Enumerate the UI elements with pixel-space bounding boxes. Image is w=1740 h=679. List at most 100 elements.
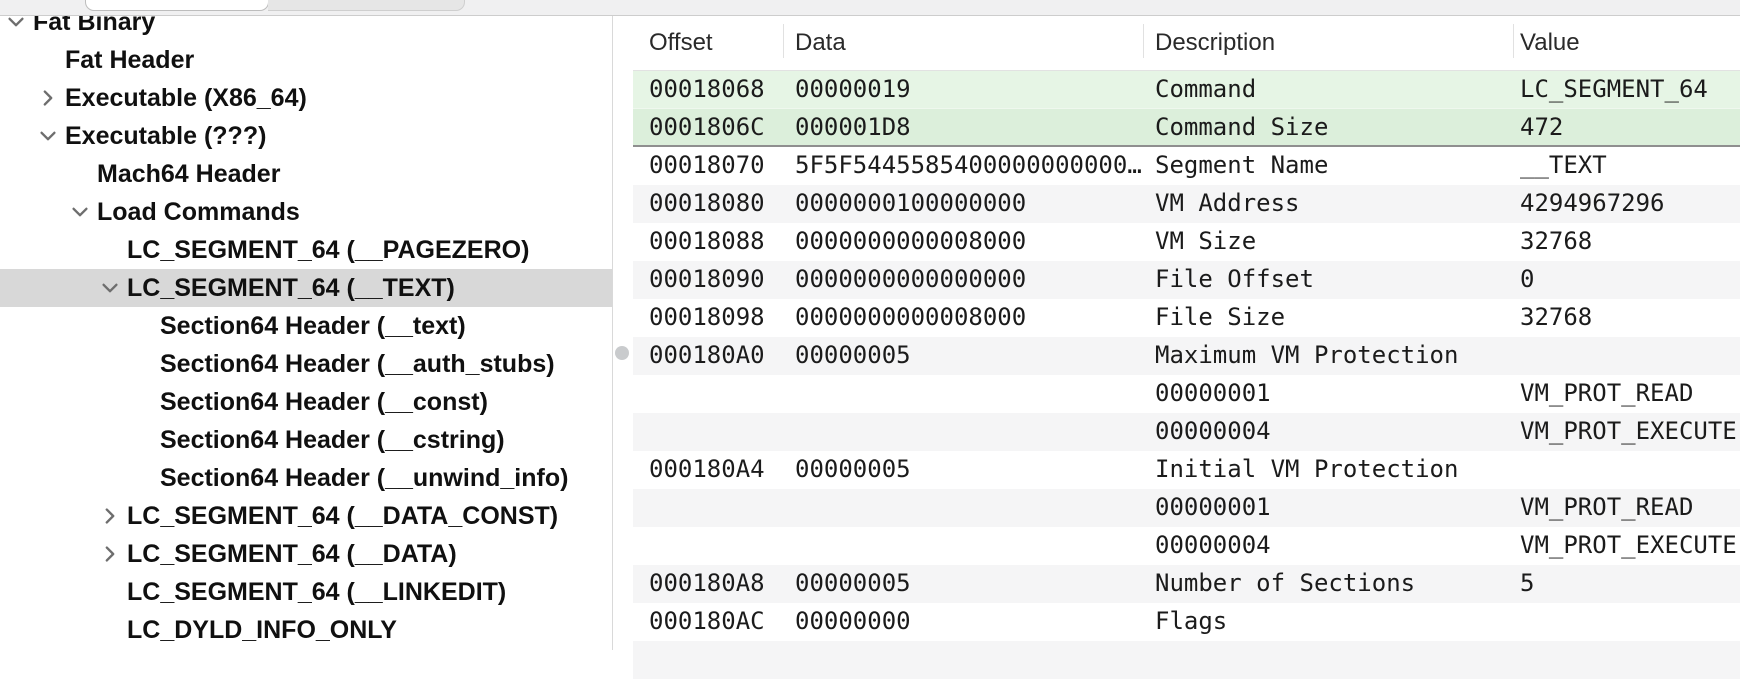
- cell-offset: 000180A8: [649, 565, 765, 602]
- cell-description: Number of Sections: [1155, 565, 1415, 602]
- table-header-row: Offset Data Description Value: [633, 15, 1740, 71]
- cell-description: Command: [1155, 71, 1256, 108]
- table-row[interactable]: 000180A000000005Maximum VM Protection: [633, 337, 1740, 375]
- cell-description: 00000004: [1155, 413, 1271, 450]
- table-row[interactable]: 00018098 0000000000008000 File Size 32768: [633, 299, 1740, 337]
- table-row[interactable]: 0001806800000019CommandLC_SEGMENT_64: [633, 71, 1740, 109]
- tree-item-label: Load Commands: [97, 193, 300, 231]
- toolbar-segment-right[interactable]: [268, 0, 465, 11]
- table-row[interactable]: 00018070 5F5F5445585400000000000… Segment …: [633, 147, 1740, 185]
- cell-data: 00000005: [795, 451, 911, 488]
- chevron-down-icon[interactable]: [95, 277, 125, 306]
- table-row[interactable]: 00000001VM_PROT_READ: [633, 375, 1740, 413]
- cell-description: Command Size: [1155, 109, 1328, 146]
- cell-offset: 00018070: [649, 147, 765, 184]
- cell-value: VM_PROT_EXECUTE: [1520, 413, 1737, 450]
- cell-offset: 00018098: [649, 299, 765, 336]
- column-divider: [783, 24, 784, 58]
- pane-splitter-line: [612, 15, 613, 650]
- cell-value: 32768: [1520, 299, 1592, 336]
- column-divider: [1513, 24, 1514, 58]
- tree-item-label: Fat Header: [65, 41, 194, 79]
- table-row[interactable]: 000180800000000100000000VM Address429496…: [633, 185, 1740, 223]
- tree-item[interactable]: Section64 Header (__cstring): [0, 421, 612, 459]
- tree-item[interactable]: Fat Header: [0, 41, 612, 79]
- table-row[interactable]: 000180900000000000000000File Offset0: [633, 261, 1740, 299]
- tree-item-label: LC_DYLD_INFO_ONLY: [127, 611, 397, 649]
- column-header-value[interactable]: Value: [1520, 15, 1580, 70]
- data-table: OffsetDataDescriptionValue 0001806800000…: [633, 15, 1740, 650]
- table-row[interactable]: 000180880000000000008000VM Size32768: [633, 223, 1740, 261]
- cell-value: VM_PROT_EXECUTE: [1520, 527, 1737, 564]
- tree-item-label: LC_SEGMENT_64 (__LINKEDIT): [127, 573, 506, 611]
- table-row[interactable]: 00000004 VM_PROT_EXECUTE: [633, 413, 1740, 451]
- chevron-down-icon[interactable]: [65, 201, 95, 230]
- column-header-data[interactable]: Data: [795, 15, 846, 70]
- chevron-right-icon[interactable]: [95, 505, 125, 534]
- cell-offset: 00018080: [649, 185, 765, 222]
- cell-data: 0000000000008000: [795, 223, 1026, 260]
- table-row[interactable]: 00000001 VM_PROT_READ: [633, 489, 1740, 527]
- cell-value: VM_PROT_READ: [1520, 375, 1693, 412]
- cell-value: 0: [1520, 261, 1534, 298]
- table-body: 0001806800000019CommandLC_SEGMENT_640001…: [633, 71, 1740, 679]
- cell-value: 472: [1520, 109, 1563, 146]
- cell-description: File Offset: [1155, 261, 1314, 298]
- tree-item[interactable]: Load Commands: [0, 193, 612, 231]
- tree-item[interactable]: Section64 Header (__unwind_info): [0, 459, 612, 497]
- cell-description: 00000001: [1155, 489, 1271, 526]
- toolbar-segment-left[interactable]: [85, 0, 269, 11]
- cell-offset: 000180A4: [649, 451, 765, 488]
- cell-data: 00000019: [795, 71, 911, 108]
- cell-description: File Size: [1155, 299, 1285, 336]
- cell-description: Segment Name: [1155, 147, 1328, 184]
- column-header-offset[interactable]: Offset: [649, 15, 713, 70]
- tree-item-label: LC_SEGMENT_64 (__TEXT): [127, 269, 455, 307]
- cell-description: VM Address: [1155, 185, 1300, 222]
- sidebar-tree: Fat BinaryFat HeaderExecutable (X86_64)E…: [0, 3, 612, 649]
- cell-value: VM_PROT_READ: [1520, 489, 1693, 526]
- tree-item[interactable]: Section64 Header (__auth_stubs): [0, 345, 612, 383]
- splitter-handle-dot[interactable]: [615, 346, 629, 360]
- tree-item-label: LC_SEGMENT_64 (__DATA_CONST): [127, 497, 558, 535]
- table-row[interactable]: 00000004VM_PROT_EXECUTE: [633, 527, 1740, 565]
- cell-data: 00000005: [795, 337, 911, 374]
- table-row: [633, 641, 1740, 679]
- tree-item[interactable]: LC_DYLD_INFO_ONLY: [0, 611, 612, 649]
- cell-description: VM Size: [1155, 223, 1256, 260]
- tree-item[interactable]: Section64 Header (__const): [0, 383, 612, 421]
- tree-item-label: Mach64 Header: [97, 155, 280, 193]
- cell-offset: 00018090: [649, 261, 765, 298]
- cell-description: Initial VM Protection: [1155, 451, 1458, 488]
- tree-item[interactable]: LC_SEGMENT_64 (__DATA_CONST): [0, 497, 612, 535]
- cell-data: 00000000: [795, 603, 911, 640]
- column-header-description[interactable]: Description: [1155, 15, 1275, 70]
- chevron-right-icon[interactable]: [95, 543, 125, 572]
- chevron-down-icon[interactable]: [33, 125, 63, 154]
- top-toolbar-strip: [0, 0, 1740, 16]
- tree-item[interactable]: LC_SEGMENT_64 (__TEXT): [0, 269, 612, 307]
- tree-item-label: Section64 Header (__cstring): [160, 421, 505, 459]
- tree-item[interactable]: Executable (X86_64): [0, 79, 612, 117]
- tree-item[interactable]: LC_SEGMENT_64 (__DATA): [0, 535, 612, 573]
- cell-description: Maximum VM Protection: [1155, 337, 1458, 374]
- cell-offset: 00018088: [649, 223, 765, 260]
- sidebar-outline: Fat BinaryFat HeaderExecutable (X86_64)E…: [0, 0, 612, 650]
- chevron-right-icon[interactable]: [33, 87, 63, 116]
- table-row[interactable]: 000180A800000005Number of Sections5: [633, 565, 1740, 603]
- tree-item[interactable]: LC_SEGMENT_64 (__PAGEZERO): [0, 231, 612, 269]
- cell-data: 5F5F5445585400000000000…: [795, 147, 1142, 184]
- table-row[interactable]: 000180A4 00000005 Initial VM Protection: [633, 451, 1740, 489]
- cell-value: LC_SEGMENT_64: [1520, 71, 1708, 108]
- tree-item[interactable]: Mach64 Header: [0, 155, 612, 193]
- cell-data: 0000000000008000: [795, 299, 1026, 336]
- tree-item[interactable]: Section64 Header (__text): [0, 307, 612, 345]
- tree-item[interactable]: LC_SEGMENT_64 (__LINKEDIT): [0, 573, 612, 611]
- tree-item-label: Section64 Header (__unwind_info): [160, 459, 568, 497]
- table-row[interactable]: 0001806C000001D8Command Size472: [633, 109, 1740, 147]
- tree-item[interactable]: Executable (???): [0, 117, 612, 155]
- cell-data: 00000005: [795, 565, 911, 602]
- cell-data: 000001D8: [795, 109, 911, 146]
- cell-offset: 000180AC: [649, 603, 765, 640]
- table-row[interactable]: 000180AC00000000Flags: [633, 603, 1740, 641]
